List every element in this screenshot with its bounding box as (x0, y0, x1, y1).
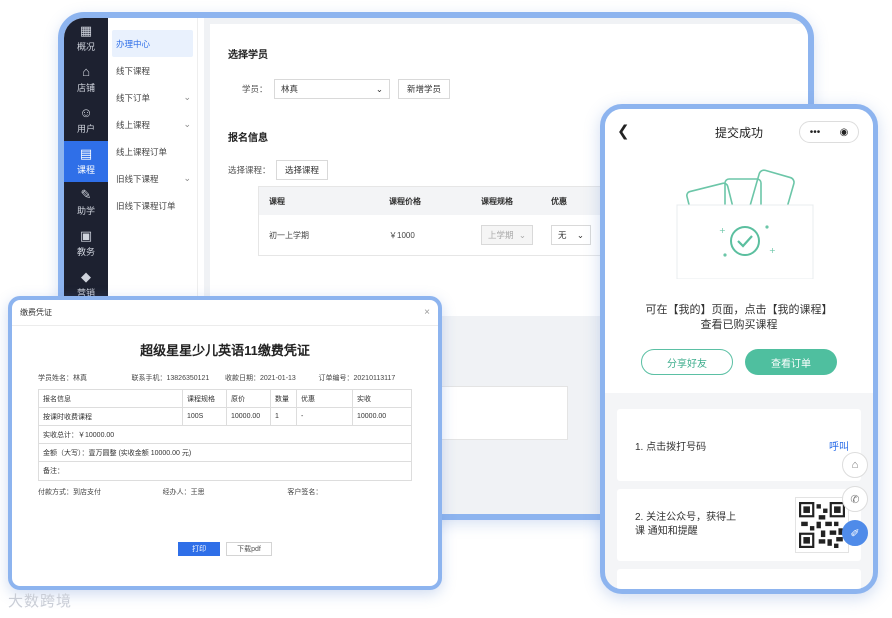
next-step-card (617, 569, 861, 589)
stage: ▦ 概况 ⌂ 店铺 ☺ 用户 ▤ 课程 ✎ 助学 ▣ 教务 ◆ 营销 办理中心 线下课程 线下… (0, 0, 892, 618)
success-message: 可在【我的】页面，点击【我的课程】 查看已购买课程 (645, 304, 833, 331)
chevron-down-icon: ⌄ (375, 83, 383, 94)
home-icon[interactable]: ⌂ (842, 452, 868, 478)
rail-item-teaching[interactable]: ▣ 教务 (64, 223, 108, 264)
chevron-down-icon: ⌄ (518, 229, 526, 240)
tutor-icon: ✎ (80, 187, 92, 202)
rail-item-user[interactable]: ☺ 用户 (64, 100, 108, 141)
submenu-item-old-offline-order[interactable]: 旧线下课程订单 (108, 192, 197, 219)
back-arrow-icon[interactable]: ❮ (617, 122, 630, 140)
receipt-title: 超级星星少儿英语11缴费凭证 (140, 343, 310, 358)
student-row: 学员： 林真 ⌄ 新增学员 (228, 79, 790, 99)
receipt-table: 报名信息 课程规格 原价 数量 优惠 实收 按课时收费课程 100S 10000… (38, 389, 412, 481)
chat-icon[interactable]: ✐ (842, 520, 868, 546)
mini-program-capsule[interactable]: ••• ◉ (799, 121, 859, 143)
submenu-item-online-order[interactable]: 线上课程订单 (108, 138, 197, 165)
add-student-button[interactable]: 新增学员 (398, 79, 451, 99)
rail-item-course[interactable]: ▤ 课程 (64, 141, 108, 182)
phone-icon[interactable]: ✆ (842, 486, 868, 512)
rail-item-tutor[interactable]: ✎ 助学 (64, 182, 108, 223)
receipt-window-title: 缴费凭证 (20, 308, 52, 317)
qr-code (795, 497, 849, 553)
choose-course-button[interactable]: 选择课程 (276, 160, 329, 180)
receipt-table-header: 报名信息 课程规格 原价 数量 优惠 实收 (39, 390, 411, 408)
discount-select[interactable]: 无 ⌄ (551, 225, 591, 245)
call-link[interactable]: 呼叫 (829, 438, 849, 453)
chevron-down-icon: ⌄ (576, 229, 584, 240)
receipt-remark-row: 备注： (43, 468, 64, 475)
svg-text:+: + (719, 226, 726, 235)
close-icon[interactable]: × (424, 307, 430, 318)
teaching-icon: ▣ (79, 228, 93, 243)
download-pdf-button[interactable]: 下载pdf (226, 542, 272, 556)
submenu-item-old-offline-course[interactable]: 旧线下课程 ⌄ (108, 165, 197, 192)
receipt-amount-words-row: 金额（大写）：壹万圆整 (实收金额 10000.00 元) (39, 444, 411, 462)
success-actions: 分享好友 查看订单 (605, 349, 873, 375)
submenu-item-offline-course[interactable]: 线下课程 (108, 57, 197, 84)
spec-select[interactable]: 上学期 ⌄ (481, 225, 533, 245)
dashboard-icon: ▦ (79, 23, 93, 38)
success-illustration: + + (676, 169, 814, 279)
receipt-footer: 付款方式：到店支付 经办人：王思 客户签名： (38, 489, 323, 496)
phone-nav-bar: ❮ 提交成功 ••• ◉ (605, 109, 873, 155)
student-select[interactable]: 林真 ⌄ (274, 79, 390, 99)
watermark: 大数跨境 (8, 593, 73, 610)
chevron-down-icon: ⌄ (183, 173, 191, 183)
receipt-window: 缴费凭证 × 超级星星少儿英语11缴费凭证 学员姓名：林真 联系手机：13826… (8, 296, 442, 590)
receipt-meta: 学员姓名：林真 联系手机：13826350121 收款日期：2021-01-13… (38, 375, 396, 382)
submenu-item-offline-order[interactable]: 线下订单 ⌄ (108, 84, 197, 111)
view-order-button[interactable]: 查看订单 (745, 349, 837, 375)
receipt-actions: 打印 下载pdf (12, 542, 438, 556)
phone-title: 提交成功 (714, 125, 763, 140)
call-step-card: 1. 点击拨打号码 呼叫 (617, 409, 861, 481)
follow-step-text: 2. 关注公众号，获得上 课 通知和提醒 (635, 512, 737, 537)
follow-step-card: 2. 关注公众号，获得上 课 通知和提醒 (617, 489, 861, 561)
course-label: 选择课程： (228, 165, 271, 175)
user-icon: ☺ (79, 105, 93, 120)
success-panel: ❮ 提交成功 ••• ◉ + + 可在【我的】页面，点击【我的课程】 查看已购买课… (605, 109, 873, 393)
close-circle-icon[interactable]: ◉ (840, 127, 849, 138)
student-label: 学员： (242, 84, 268, 94)
submenu-item-online-course[interactable]: 线上课程 ⌄ (108, 111, 197, 138)
call-step-text: 1. 点击拨打号码 (635, 441, 707, 453)
chevron-down-icon: ⌄ (183, 92, 191, 102)
select-student-title: 选择学员 (228, 50, 268, 61)
share-friend-button[interactable]: 分享好友 (641, 349, 733, 375)
marketing-icon: ◆ (81, 269, 91, 284)
rail-item-overview[interactable]: ▦ 概况 (64, 18, 108, 59)
svg-text:+: + (769, 246, 776, 255)
mobile-phone: ❮ 提交成功 ••• ◉ + + 可在【我的】页面，点击【我的课程】 查看已购买课… (600, 104, 878, 594)
chevron-down-icon: ⌄ (183, 119, 191, 129)
store-icon: ⌂ (82, 64, 90, 79)
table-row: 按课时收费课程 100S 10000.00 1 - 10000.00 (39, 408, 411, 426)
submenu-item-center[interactable]: 办理中心 (112, 30, 193, 57)
receipt-total-row: 实收总计：￥10000.00 (39, 426, 411, 444)
rail-item-store[interactable]: ⌂ 店铺 (64, 59, 108, 100)
floating-tools: ⌂ ✆ ✐ (842, 452, 874, 554)
course-icon: ▤ (79, 146, 93, 161)
print-button[interactable]: 打印 (178, 542, 221, 556)
receipt-titlebar: 缴费凭证 × (12, 300, 438, 326)
more-icon[interactable]: ••• (810, 127, 821, 138)
